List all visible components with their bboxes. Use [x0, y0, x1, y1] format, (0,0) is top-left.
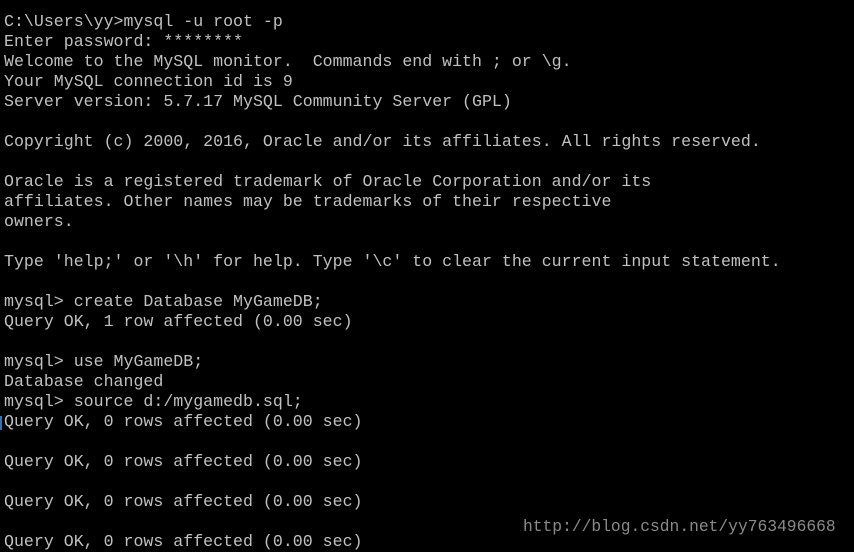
console-line: mysql> source d:/mygamedb.sql;	[4, 392, 303, 411]
console-line: Copyright (c) 2000, 2016, Oracle and/or …	[4, 132, 761, 151]
console-line: mysql> use MyGameDB;	[4, 352, 204, 371]
console-line: Query OK, 0 rows affected (0.00 sec)	[4, 452, 363, 471]
console-line: Your MySQL connection id is 9	[4, 72, 293, 91]
console-line: Enter password: ********	[4, 32, 243, 51]
console-line: Query OK, 0 rows affected (0.00 sec)	[4, 492, 363, 511]
console-line: Query OK, 0 rows affected (0.00 sec)	[4, 412, 363, 431]
console-line: Server version: 5.7.17 MySQL Community S…	[4, 92, 512, 111]
console-output[interactable]: C:\Users\yy>mysql -u root -p Enter passwo…	[4, 12, 781, 552]
console-line: owners.	[4, 212, 74, 231]
watermark: http://blog.csdn.net/yy763496668	[523, 517, 836, 536]
console-line: C:\Users\yy>mysql -u root -p	[4, 12, 283, 31]
console-line: Query OK, 1 row affected (0.00 sec)	[4, 312, 353, 331]
console-line: Type 'help;' or '\h' for help. Type '\c'…	[4, 252, 781, 271]
console-line: mysql> create Database MyGameDB;	[4, 292, 323, 311]
console-line: Oracle is a registered trademark of Orac…	[4, 172, 652, 191]
console-line: Welcome to the MySQL monitor. Commands e…	[4, 52, 572, 71]
console-line: Database changed	[4, 372, 164, 391]
console-line: affiliates. Other names may be trademark…	[4, 192, 612, 211]
selection-marker	[0, 416, 2, 430]
